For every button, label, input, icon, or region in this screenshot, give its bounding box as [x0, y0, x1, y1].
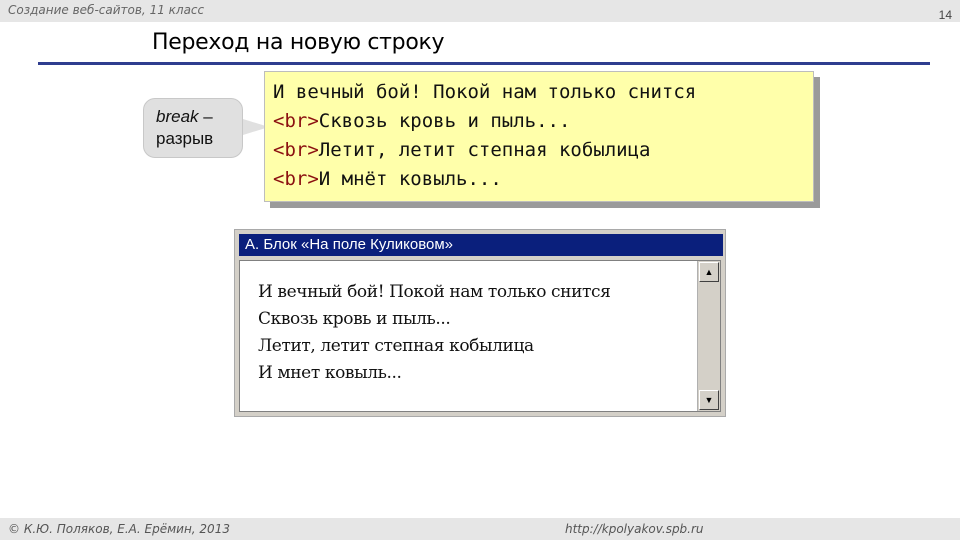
triangle-down-icon: ▼ [704, 395, 714, 405]
browser-title: А. Блок «На поле Куликовом» [245, 236, 454, 253]
vertical-scrollbar[interactable]: ▲ ▼ [697, 261, 720, 411]
copyright-text: © К.Ю. Поляков, Е.А. Ерёмин, 2013 [8, 522, 230, 536]
poem-line-1: И вечный бой! Покой нам только снится [258, 282, 611, 302]
browser-title-bar: А. Блок «На поле Куликовом» [239, 234, 723, 256]
slide-title: Переход на новую строку [152, 30, 445, 55]
code-br-tag: <br> [273, 110, 319, 132]
code-box: И вечный бой! Покой нам только снится <b… [264, 71, 814, 202]
poem-line-3: Летит, летит степная кобылица [258, 336, 534, 356]
code-br-tag: <br> [273, 139, 319, 161]
triangle-up-icon: ▲ [704, 267, 714, 277]
callout-dash: – [198, 107, 213, 126]
course-label: Создание веб-сайтов, 11 класс [8, 3, 205, 17]
browser-document: И вечный бой! Покой нам только снится Ск… [239, 260, 721, 412]
browser-window: А. Блок «На поле Куликовом» И вечный бой… [234, 229, 726, 417]
callout-keyword-line: break – [156, 107, 213, 127]
scroll-down-button[interactable]: ▼ [699, 390, 719, 410]
site-url[interactable]: http://kpolyakov.spb.ru [565, 522, 704, 536]
code-line-2: Сквозь кровь и пыль... [318, 110, 571, 132]
callout-keyword: break [156, 107, 199, 126]
page-number: 14 [938, 8, 952, 22]
code-line-1: И вечный бой! Покой нам только снится [273, 81, 697, 103]
scroll-up-button[interactable]: ▲ [699, 262, 719, 282]
poem-line-4: И мнет ковыль... [258, 363, 402, 383]
code-br-tag: <br> [273, 168, 319, 190]
code-line-3: Летит, летит степная кобылица [318, 139, 651, 161]
callout-bubble: break – разрыв [143, 98, 269, 158]
callout-translation: разрыв [156, 129, 214, 148]
poem-line-2: Сквозь кровь и пыль... [258, 309, 451, 329]
code-line-4: И мнёт ковыль... [318, 168, 502, 190]
title-underline [38, 62, 930, 65]
